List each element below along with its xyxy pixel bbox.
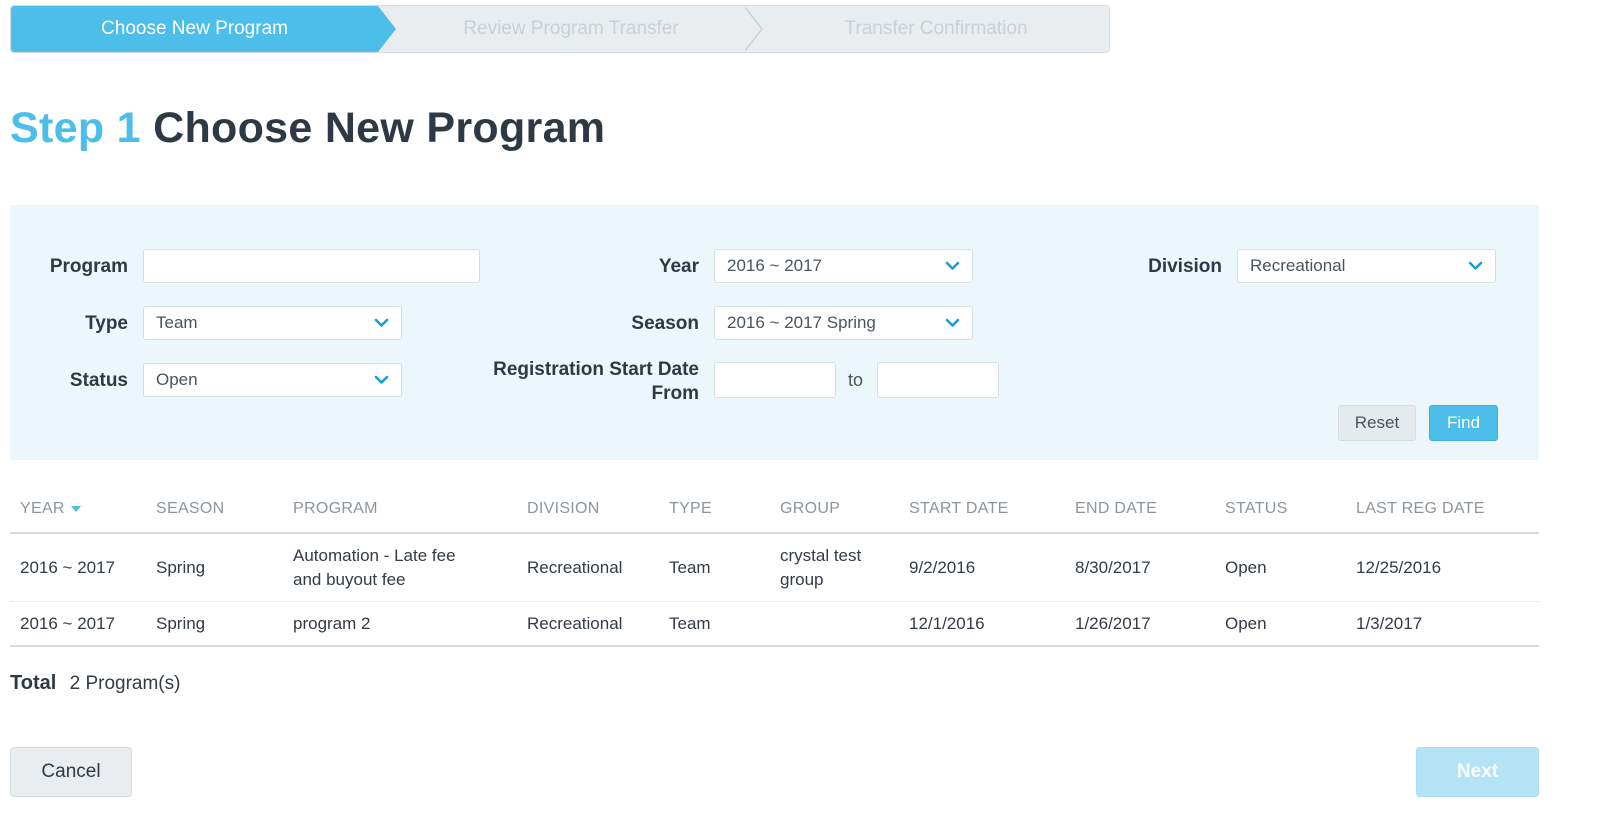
cell-end-date: 8/30/2017 (1075, 558, 1151, 577)
column-header-last-reg-date[interactable]: LAST REG DATE (1356, 500, 1485, 518)
cell-program-line2: and buyout fee (293, 570, 406, 589)
cell-group: crystal test group (780, 544, 861, 592)
chevron-down-icon (945, 318, 960, 327)
column-header-label: YEAR (20, 500, 65, 517)
step-transfer-confirmation: Transfer Confirmation (763, 6, 1109, 52)
column-header-program[interactable]: PROGRAM (293, 500, 378, 518)
division-select-value: Recreational (1250, 256, 1346, 275)
chevron-down-icon (374, 375, 389, 384)
cell-program: program 2 (293, 614, 371, 633)
column-header-year[interactable]: YEAR (20, 500, 81, 518)
season-label: Season (631, 313, 699, 334)
cell-end-date: 1/26/2017 (1075, 614, 1151, 633)
column-header-group[interactable]: GROUP (780, 500, 840, 518)
cell-division: Recreational (527, 558, 623, 577)
cell-status: Open (1225, 558, 1267, 577)
column-header-type[interactable]: TYPE (669, 500, 712, 518)
division-label: Division (1148, 256, 1222, 277)
cell-program-line1: Automation - Late fee (293, 546, 456, 565)
cell-program: Automation - Late fee and buyout fee (293, 544, 456, 592)
table-row[interactable]: 2016 ~ 2017 Spring Automation - Late fee… (10, 534, 1539, 602)
cell-last-reg-date: 1/3/2017 (1356, 614, 1423, 633)
registration-start-to-input[interactable] (877, 362, 999, 398)
step-label: Choose New Program (101, 18, 288, 39)
chevron-down-icon (1468, 261, 1483, 270)
cell-season: Spring (156, 614, 206, 633)
cancel-button[interactable]: Cancel (10, 747, 132, 797)
cell-type: Team (669, 614, 711, 633)
progress-stepper: Choose New Program Review Program Transf… (10, 5, 1110, 53)
year-select[interactable]: 2016 ~ 2017 (714, 249, 973, 283)
page-title: Step 1 Choose New Program (10, 104, 605, 153)
table-header: YEAR SEASON PROGRAM DIVISION TYPE GROUP … (10, 490, 1539, 534)
division-select[interactable]: Recreational (1237, 249, 1496, 283)
cell-type: Team (669, 558, 711, 577)
step-number: Step 1 (10, 104, 141, 152)
next-button[interactable]: Next (1416, 747, 1539, 797)
column-header-end-date[interactable]: END DATE (1075, 500, 1157, 518)
step-choose-new-program: Choose New Program (11, 6, 378, 52)
cell-start-date: 9/2/2016 (909, 558, 976, 577)
year-label: Year (658, 256, 699, 277)
total-label: Total (10, 672, 57, 694)
column-header-start-date[interactable]: START DATE (909, 500, 1009, 518)
cell-season: Spring (156, 558, 206, 577)
cell-last-reg-date: 12/25/2016 (1356, 558, 1442, 577)
total-unit: Program(s) (85, 673, 181, 694)
step-label: Review Program Transfer (463, 18, 679, 39)
cell-year: 2016 ~ 2017 (20, 614, 116, 633)
date-range-to-label: to (848, 370, 864, 390)
total-summary: Total 2 Program(s) (10, 672, 180, 695)
status-select[interactable]: Open (143, 363, 402, 397)
status-label: Status (69, 370, 128, 391)
year-select-value: 2016 ~ 2017 (727, 256, 823, 275)
program-input[interactable] (143, 249, 480, 283)
program-label: Program (49, 256, 128, 277)
find-button[interactable]: Find (1429, 405, 1498, 441)
chevron-down-icon (945, 261, 960, 270)
status-select-value: Open (156, 370, 198, 389)
season-select[interactable]: 2016 ~ 2017 Spring (714, 306, 973, 340)
registration-start-date-label-line2: From (651, 383, 700, 404)
filter-panel: Program Year 2016 ~ 2017 Division Recrea… (10, 205, 1539, 460)
page-title-text: Choose New Program (153, 104, 606, 152)
sort-down-icon (70, 505, 81, 512)
chevron-down-icon (374, 318, 389, 327)
cell-year: 2016 ~ 2017 (20, 558, 116, 577)
reset-button[interactable]: Reset (1338, 405, 1416, 441)
cell-division: Recreational (527, 614, 623, 633)
registration-start-from-input[interactable] (714, 362, 836, 398)
type-label: Type (85, 313, 128, 334)
season-select-value: 2016 ~ 2017 Spring (727, 313, 876, 332)
column-header-division[interactable]: DIVISION (527, 500, 600, 518)
column-header-status[interactable]: STATUS (1225, 500, 1288, 518)
cell-start-date: 12/1/2016 (909, 614, 985, 633)
cell-group-line2: group (780, 570, 824, 589)
registration-start-date-label: Registration Start Date From (450, 358, 699, 406)
total-count: 2 (69, 673, 81, 694)
type-select-value: Team (156, 313, 198, 332)
table-row[interactable]: 2016 ~ 2017 Spring program 2 Recreationa… (10, 602, 1539, 647)
step-review-program-transfer: Review Program Transfer (396, 6, 746, 52)
step-label: Transfer Confirmation (844, 18, 1028, 39)
programs-table: YEAR SEASON PROGRAM DIVISION TYPE GROUP … (10, 490, 1539, 647)
column-header-season[interactable]: SEASON (156, 500, 225, 518)
type-select[interactable]: Team (143, 306, 402, 340)
cell-status: Open (1225, 614, 1267, 633)
step-separator-fill (743, 6, 761, 52)
cell-group-line1: crystal test (780, 546, 862, 565)
registration-start-date-label-line1: Registration Start Date (493, 359, 699, 380)
step-arrow (378, 6, 396, 52)
